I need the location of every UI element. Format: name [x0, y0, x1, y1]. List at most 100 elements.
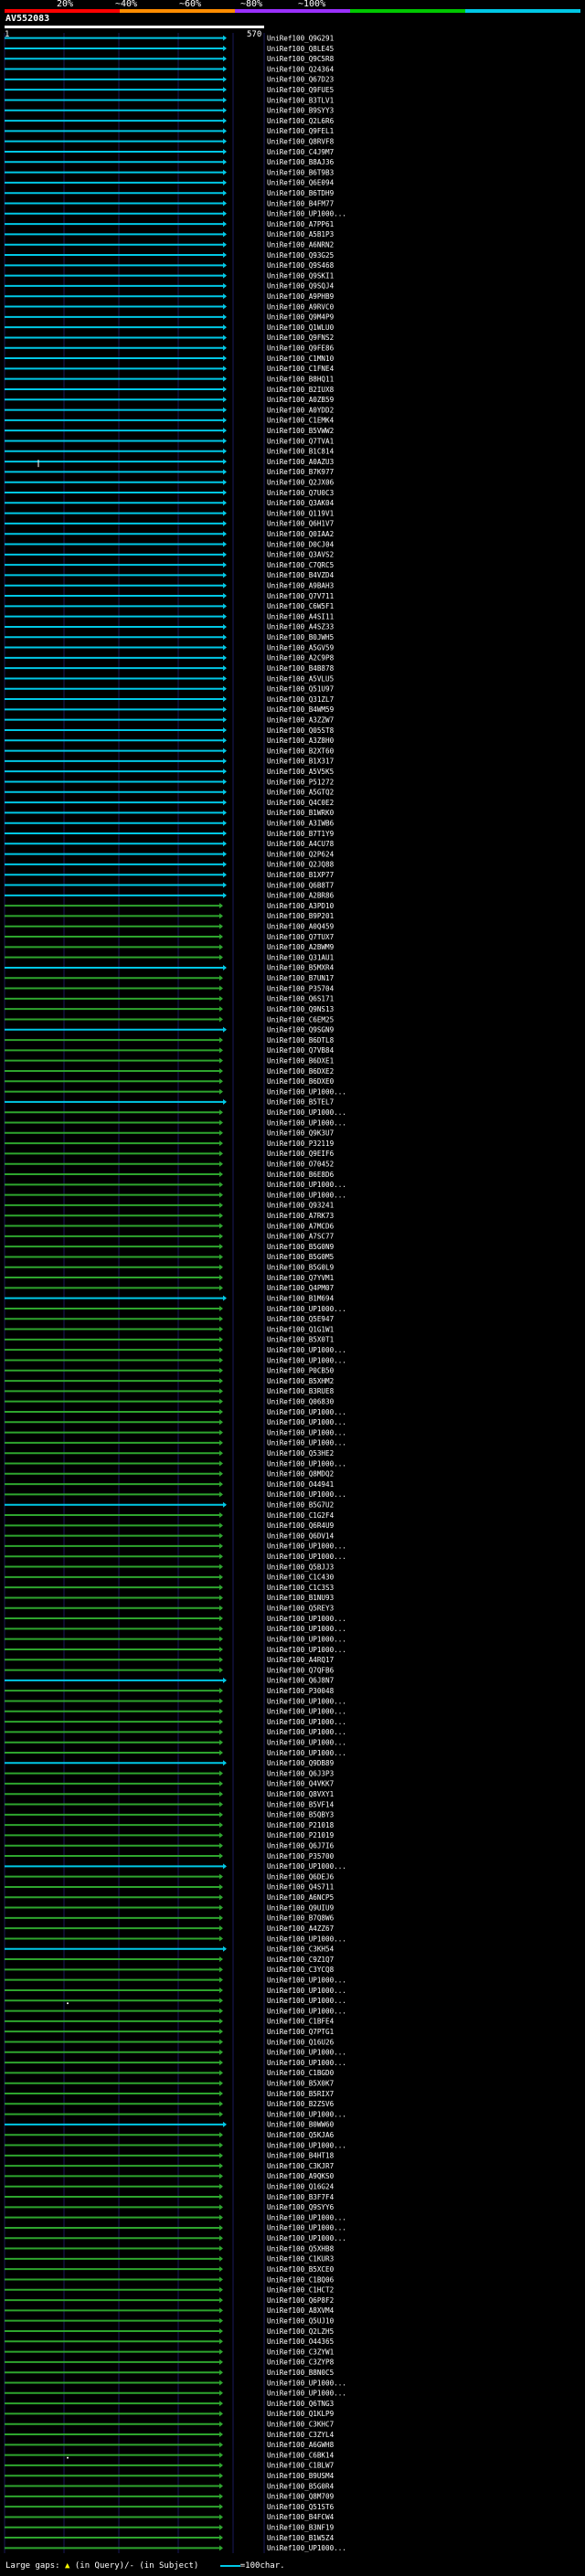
hit-row[interactable]: UniRef100_A4CU78	[5, 840, 335, 848]
hit-label[interactable]: UniRef100_Q31AU1	[267, 953, 335, 961]
hit-row[interactable]: UniRef100_UP1000...	[5, 2141, 346, 2149]
hit-label[interactable]: UniRef100_UP1000...	[267, 1118, 346, 1127]
hit-label[interactable]: UniRef100_C4J9M7	[267, 148, 334, 156]
hit-label[interactable]: UniRef100_Q6H1V7	[267, 520, 334, 528]
hit-row[interactable]: UniRef100_B6E8D6	[5, 1171, 335, 1179]
hit-label[interactable]: UniRef100_Q8RVF8	[267, 137, 335, 145]
hit-row[interactable]: UniRef100_Q7YVM1	[5, 1274, 335, 1282]
hit-label[interactable]: UniRef100_C3KH54	[267, 1945, 335, 1954]
hit-label[interactable]: UniRef100_UP1000...	[267, 1646, 346, 1654]
hit-label[interactable]: UniRef100_UP1000...	[267, 1738, 346, 1746]
hit-label[interactable]: UniRef100_UP1000...	[267, 1635, 346, 1643]
hit-row[interactable]: UniRef100_A8XVM4	[5, 2306, 335, 2315]
hit-label[interactable]: UniRef100_Q1G1W1	[267, 1325, 335, 1333]
hit-label[interactable]: UniRef100_C1C430	[267, 1574, 335, 1582]
hit-row[interactable]: UniRef100_Q5XHB8	[5, 2244, 335, 2253]
hit-label[interactable]: UniRef100_A4SZ33	[267, 623, 334, 631]
hit-label[interactable]: UniRef100_Q0IAA2	[267, 530, 334, 538]
hit-row[interactable]: UniRef100_A7SC77	[5, 1233, 334, 1241]
hit-label[interactable]: UniRef100_A9BAH3	[267, 582, 334, 590]
hit-label[interactable]: UniRef100_Q6R4U9	[267, 1521, 335, 1530]
hit-label[interactable]: UniRef100_UP1000...	[267, 1087, 346, 1096]
hit-label[interactable]: UniRef100_B5VWW2	[267, 427, 334, 435]
hit-row[interactable]: UniRef100_P21019	[5, 1831, 335, 1839]
hit-row[interactable]: UniRef100_C1BQ06	[5, 2275, 335, 2284]
hit-label[interactable]: UniRef100_UP1000...	[267, 1439, 346, 1447]
hit-row[interactable]: UniRef100_Q2P624	[5, 850, 335, 858]
hit-row[interactable]: UniRef100_B5VF14	[5, 1800, 335, 1808]
hit-row[interactable]: UniRef100_A9QKS0	[5, 2172, 335, 2180]
hit-row[interactable]: UniRef100_UP1000...	[5, 1553, 346, 1561]
hit-label[interactable]: UniRef100_B2ZSV6	[267, 2100, 335, 2108]
hit-row[interactable]: UniRef100_Q3AVS2	[5, 551, 334, 559]
hit-label[interactable]: UniRef100_UP1000...	[267, 2544, 346, 2552]
hit-row[interactable]: UniRef100_B6DXE0	[5, 1077, 335, 1086]
hit-row[interactable]: UniRef100_Q6J7I6	[5, 1842, 335, 1850]
hit-row[interactable]: UniRef100_UP1000...	[5, 1728, 346, 1736]
hit-row[interactable]: UniRef100_C3ZYL4	[5, 2431, 335, 2439]
hit-label[interactable]: UniRef100_Q9FUE5	[267, 86, 334, 94]
hit-row[interactable]: UniRef100_Q2JX06	[5, 478, 335, 486]
hit-row[interactable]: UniRef100_B1NU93	[5, 1594, 334, 1602]
hit-label[interactable]: UniRef100_C1BLW7	[267, 2462, 334, 2470]
hit-row[interactable]: UniRef100_Q16G24	[5, 2183, 335, 2191]
hit-row[interactable]: UniRef100_Q7QFB6	[5, 1666, 335, 1674]
hit-label[interactable]: UniRef100_B4FCW4	[267, 2513, 335, 2521]
hit-row[interactable]: UniRef100_A4SI11	[5, 612, 335, 620]
hit-row[interactable]: UniRef100_Q6DV14	[5, 1532, 335, 1540]
hit-row[interactable]: UniRef100_B4WM59	[5, 705, 335, 714]
hit-label[interactable]: UniRef100_Q9EIF6	[267, 1150, 335, 1158]
hit-row[interactable]: UniRef100_A0ZB59	[5, 396, 335, 404]
hit-label[interactable]: UniRef100_Q93241	[267, 1202, 335, 1210]
hit-row[interactable]: UniRef100_Q9SYY6	[5, 2203, 335, 2211]
hit-label[interactable]: UniRef100_UP1000...	[267, 2141, 346, 2149]
hit-row[interactable]: UniRef100_UP1000...	[5, 1490, 346, 1499]
hit-row[interactable]: UniRef100_Q7TVA1	[5, 437, 335, 445]
hit-row[interactable]: UniRef100_Q93G25	[5, 251, 334, 260]
hit-label[interactable]: UniRef100_B2IUX8	[267, 386, 335, 394]
hit-label[interactable]: UniRef100_B5XHM2	[267, 1377, 334, 1385]
hit-row[interactable]: UniRef100_Q24364	[5, 65, 335, 73]
hit-row[interactable]: UniRef100_C9Z1Q7	[5, 1956, 334, 1964]
hit-row[interactable]: UniRef100_UP1000...	[5, 2234, 346, 2242]
hit-label[interactable]: UniRef100_UP1000...	[267, 2110, 346, 2118]
hit-row[interactable]: UniRef100_UP1000...	[5, 2049, 346, 2057]
hit-row[interactable]: UniRef100_A6GWH8	[5, 2441, 335, 2449]
hit-row[interactable]: UniRef100_B8N0C5	[5, 2369, 334, 2377]
hit-row[interactable]: UniRef100_A0Q459	[5, 923, 335, 931]
hit-label[interactable]: UniRef100_UP1000...	[267, 1428, 346, 1436]
hit-row[interactable]: UniRef100_UP1000...	[5, 1738, 346, 1746]
hit-label[interactable]: UniRef100_B1XP77	[267, 871, 334, 879]
hit-label[interactable]: UniRef100_B1C814	[267, 448, 335, 456]
hit-label[interactable]: UniRef100_A3ZZW7	[267, 716, 334, 724]
hit-label[interactable]: UniRef100_B1M694	[267, 1294, 335, 1302]
hit-label[interactable]: UniRef100_P51272	[267, 778, 334, 786]
hit-row[interactable]: UniRef100_C1BFE4	[5, 2018, 335, 2026]
hit-row[interactable]: UniRef100_B5TEL7	[5, 1098, 334, 1107]
hit-label[interactable]: UniRef100_Q2JX06	[267, 478, 335, 486]
hit-row[interactable]: UniRef100_UP1000...	[5, 210, 346, 218]
hit-label[interactable]: UniRef100_B1W5Z4	[267, 2534, 335, 2542]
hit-row[interactable]: UniRef100_Q3AK04	[5, 499, 335, 507]
hit-label[interactable]: UniRef100_Q4VKK7	[267, 1780, 334, 1788]
hit-label[interactable]: UniRef100_B6TDH9	[267, 189, 335, 197]
hit-label[interactable]: UniRef100_C3KHC7	[267, 2421, 334, 2429]
hit-row[interactable]: UniRef100_UP1000...	[5, 1625, 346, 1633]
hit-row[interactable]: UniRef100_Q7VB84	[5, 1046, 335, 1055]
hit-row[interactable]: UniRef100_C4J9M7	[5, 148, 334, 156]
hit-label[interactable]: UniRef100_Q6S171	[267, 995, 335, 1003]
hit-row[interactable]: UniRef100_A2BR86	[5, 892, 335, 900]
hit-row[interactable]: UniRef100_A3PD10	[5, 902, 335, 910]
hit-label[interactable]: UniRef100_Q6E094	[267, 179, 335, 187]
hit-label[interactable]: UniRef100_B9USM4	[267, 2472, 335, 2480]
hit-label[interactable]: UniRef100_A2BR86	[267, 892, 335, 900]
hit-label[interactable]: UniRef100_A3Z8H0	[267, 737, 335, 745]
hit-row[interactable]: UniRef100_A0AZU3	[5, 458, 334, 468]
hit-label[interactable]: UniRef100_Q51ST6	[267, 2503, 335, 2511]
hit-row[interactable]: UniRef100_Q0IAA2	[5, 530, 334, 538]
hit-row[interactable]: UniRef100_P32119	[5, 1140, 335, 1148]
hit-label[interactable]: UniRef100_B2XT60	[267, 747, 335, 755]
hit-row[interactable]: UniRef100_B5XHM2	[5, 1377, 334, 1385]
hit-label[interactable]: UniRef100_UP1000...	[267, 1191, 346, 1199]
hit-row[interactable]: UniRef100_B5G0R4	[5, 2482, 335, 2490]
